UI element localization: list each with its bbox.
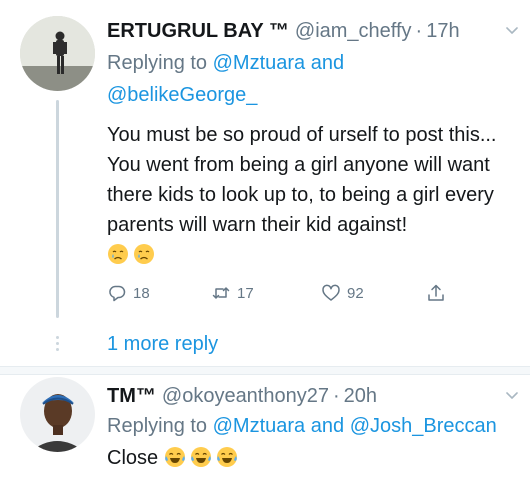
tweet-content: TM™ @okoyeanthony27 · 20h Replying to @M… xyxy=(107,375,518,474)
timestamp[interactable]: 20h xyxy=(344,382,377,410)
retweet-count: 17 xyxy=(237,284,254,302)
reply-count: 18 xyxy=(133,284,150,302)
mention-link[interactable]: @Mztuara xyxy=(213,415,306,437)
tweet-ertugrul-bay[interactable]: ERTUGRUL BAY ™ @iam_cheffy · 17h Replyin… xyxy=(0,0,530,318)
tweet-body: You must be so proud of urself to post t… xyxy=(107,124,497,236)
replying-to: Replying to @Mztuara and @belikeGeorge_ xyxy=(107,47,518,111)
display-name[interactable]: ERTUGRUL BAY ™ xyxy=(107,17,289,45)
crying-face-icon xyxy=(107,243,129,265)
reply-button[interactable]: 18 xyxy=(107,281,150,305)
separator: · xyxy=(415,20,423,42)
tweet-header: ERTUGRUL BAY ™ @iam_cheffy · 17h xyxy=(107,17,518,45)
tweet-actions: 18 17 92 xyxy=(107,281,467,305)
heart-icon xyxy=(322,284,340,301)
tweet-header: TM™ @okoyeanthony27 · 20h xyxy=(107,382,518,410)
retweet-button[interactable]: 17 xyxy=(211,281,254,305)
tweet-body: Close xyxy=(107,447,159,469)
thread-dots xyxy=(55,336,60,352)
chevron-down-icon[interactable] xyxy=(504,387,520,403)
like-count: 92 xyxy=(347,284,364,302)
mention-link[interactable]: @Mztuara xyxy=(213,52,306,74)
share-button[interactable] xyxy=(426,281,452,305)
replying-prefix: Replying to xyxy=(107,52,208,74)
replying-to: Replying to @Mztuara and @Josh_Breccan xyxy=(107,410,518,442)
tweet-tm[interactable]: TM™ @okoyeanthony27 · 20h Replying to @M… xyxy=(0,375,530,482)
tweet-text: Close xyxy=(107,442,507,474)
avatar-photo-man xyxy=(20,377,95,452)
replying-prefix: Replying to xyxy=(107,415,208,437)
tears-of-joy-icon xyxy=(216,446,238,468)
timestamp[interactable]: 17h xyxy=(426,17,459,45)
tears-of-joy-icon xyxy=(164,446,186,468)
tweet-text: You must be so proud of urself to post t… xyxy=(107,120,507,270)
reply-icon xyxy=(109,285,126,302)
avatar[interactable] xyxy=(20,377,95,452)
replying-joiner: and xyxy=(310,415,345,437)
avatar[interactable] xyxy=(20,16,95,91)
retweet-icon xyxy=(212,287,230,299)
more-replies-link[interactable]: 1 more reply xyxy=(107,330,218,358)
mention-link[interactable]: @Josh_Breccan xyxy=(350,415,497,437)
avatar-photo-standing-man xyxy=(20,16,95,91)
chevron-down-icon[interactable] xyxy=(504,22,520,38)
replying-joiner: and xyxy=(310,52,345,74)
display-name[interactable]: TM™ xyxy=(107,382,156,410)
tweet-content: ERTUGRUL BAY ™ @iam_cheffy · 17h Replyin… xyxy=(107,0,518,270)
tears-of-joy-icon xyxy=(190,446,212,468)
username[interactable]: @iam_cheffy xyxy=(295,17,412,45)
thread-line xyxy=(56,100,59,318)
username[interactable]: @okoyeanthony27 xyxy=(162,382,329,410)
mention-link[interactable]: @belikeGeorge_ xyxy=(107,84,257,106)
separator: · xyxy=(332,385,340,407)
like-button[interactable]: 92 xyxy=(321,281,364,305)
share-icon xyxy=(428,284,444,301)
crying-face-icon xyxy=(133,243,155,265)
divider xyxy=(0,367,530,374)
